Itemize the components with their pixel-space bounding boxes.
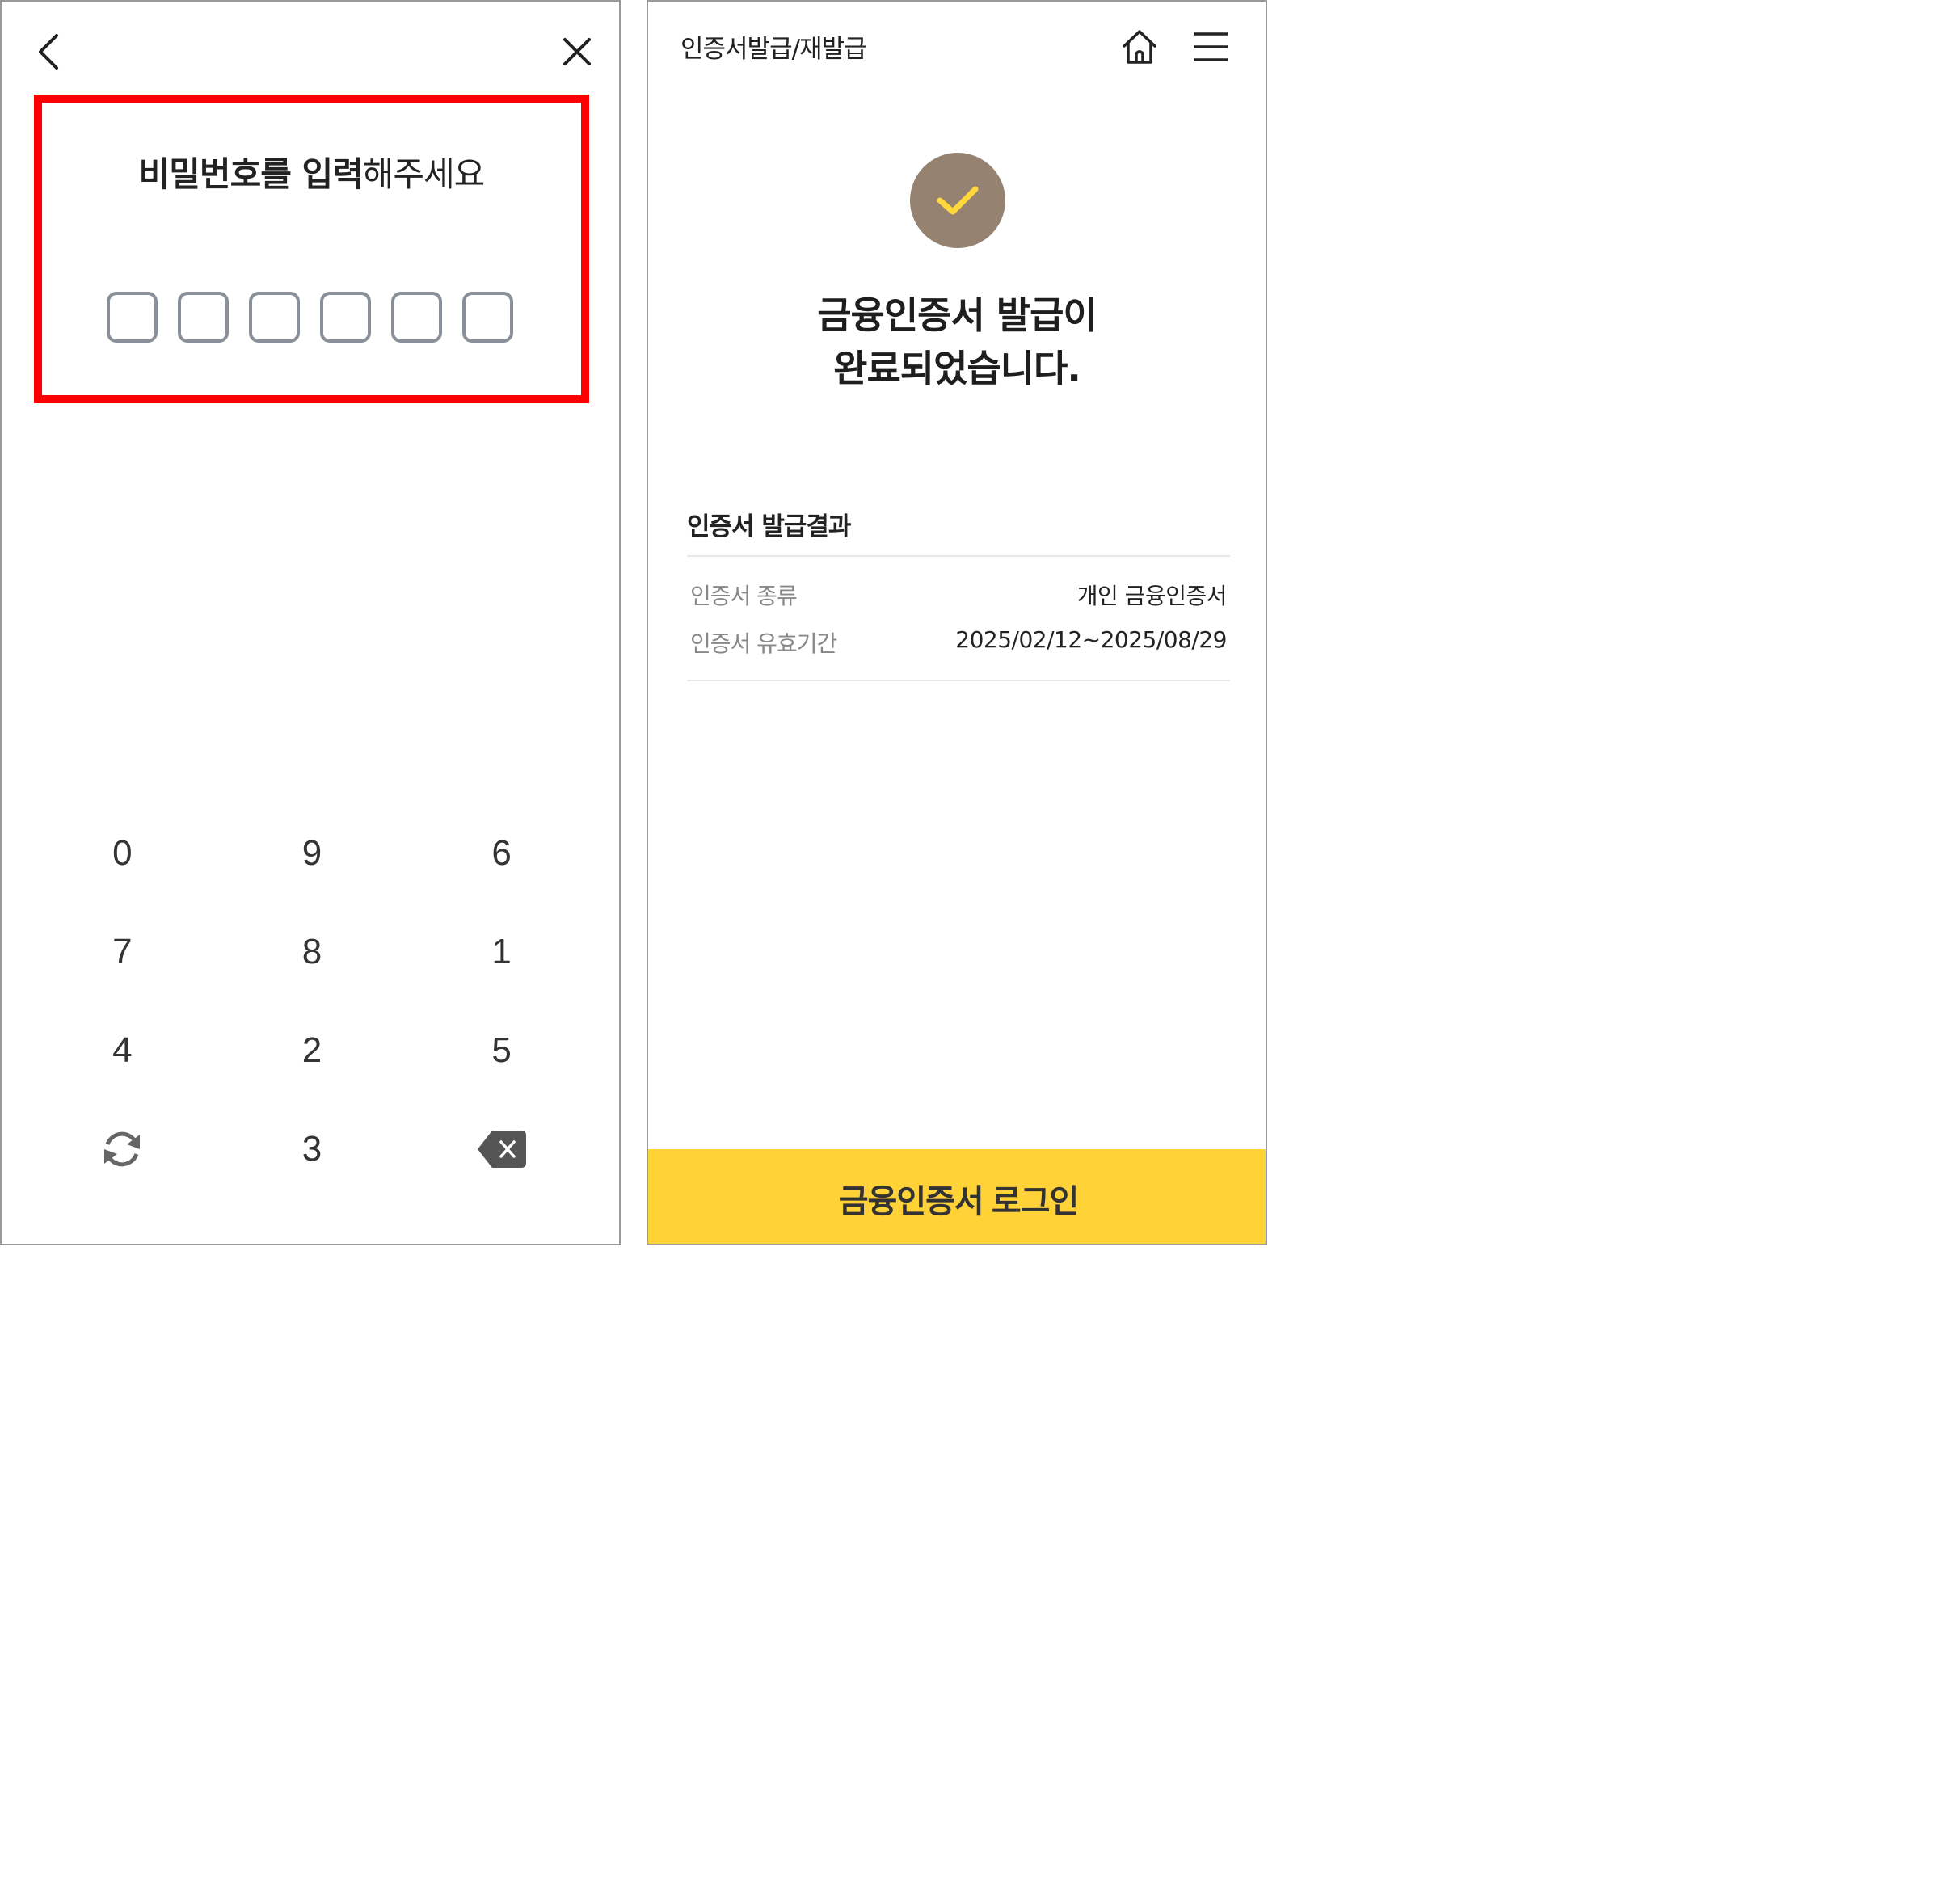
chevron-left-icon: [39, 34, 58, 70]
keypad-key-5[interactable]: 5: [407, 1001, 596, 1100]
refresh-icon: [104, 1131, 141, 1167]
keypad-key-6[interactable]: 6: [407, 804, 596, 903]
keypad-key-8[interactable]: 8: [217, 903, 407, 1001]
pin-prompt-normal: 해주세요: [362, 154, 486, 194]
pin-slot: [462, 292, 513, 343]
backspace-key[interactable]: [407, 1100, 596, 1198]
completion-message-line1: 금융인증서 발급이: [817, 293, 1097, 337]
home-button[interactable]: [1117, 24, 1162, 70]
issuance-complete-screen: 인증서발급/재발급 금융인증서 발급이 완료되었습니다. 인증서 발급결과 인증…: [647, 0, 1267, 1245]
divider: [687, 680, 1230, 681]
page-title: 인증서발급/재발급: [680, 35, 867, 64]
result-value: 개인 금융인증서: [1076, 583, 1228, 609]
close-icon: [563, 38, 591, 65]
pin-slot: [249, 292, 300, 343]
number-keypad: 096 781 4253: [27, 804, 596, 1198]
keypad-key-9[interactable]: 9: [217, 804, 407, 903]
success-badge: [910, 153, 1005, 248]
menu-button[interactable]: [1188, 24, 1233, 70]
pin-slot: [391, 292, 442, 343]
completion-message-line2: 완료되었습니다.: [833, 347, 1081, 390]
result-label: 인증서 유효기간: [690, 630, 837, 657]
result-label: 인증서 종류: [690, 583, 798, 609]
pin-slot: [107, 292, 158, 343]
result-value: 2025/02/12~2025/08/29: [955, 626, 1227, 653]
checkmark-icon: [937, 186, 979, 215]
keypad-key-0[interactable]: 0: [27, 804, 217, 903]
backspace-icon: [477, 1131, 526, 1168]
back-button[interactable]: [26, 29, 71, 74]
result-row-validity: 인증서 유효기간 2025/02/12~2025/08/29: [690, 626, 1227, 659]
close-button[interactable]: [554, 29, 600, 74]
pin-prompt: 비밀번호를 입력해주세요: [42, 147, 581, 196]
result-section-title: 인증서 발급결과: [687, 512, 851, 541]
pin-entry-screen: 비밀번호를 입력해주세요 096 781 4253: [0, 0, 621, 1245]
keypad-key-2[interactable]: 2: [217, 1001, 407, 1100]
keypad-key-7[interactable]: 7: [27, 903, 217, 1001]
shuffle-keypad-key[interactable]: [27, 1100, 217, 1198]
keypad-key-1[interactable]: 1: [407, 903, 596, 1001]
divider: [687, 555, 1230, 557]
pin-slots[interactable]: [107, 292, 513, 343]
pin-slot: [178, 292, 229, 343]
home-icon: [1123, 30, 1156, 64]
pin-slot: [320, 292, 371, 343]
hamburger-menu-icon: [1194, 32, 1228, 61]
pin-prompt-bold: 비밀번호를 입력: [138, 154, 364, 194]
certificate-login-button[interactable]: 금융인증서 로그인: [648, 1149, 1266, 1244]
pin-input-highlight: 비밀번호를 입력해주세요: [34, 95, 589, 403]
result-row-type: 인증서 종류 개인 금융인증서: [690, 579, 1228, 611]
keypad-key-3[interactable]: 3: [217, 1100, 407, 1198]
keypad-key-4[interactable]: 4: [27, 1001, 217, 1100]
